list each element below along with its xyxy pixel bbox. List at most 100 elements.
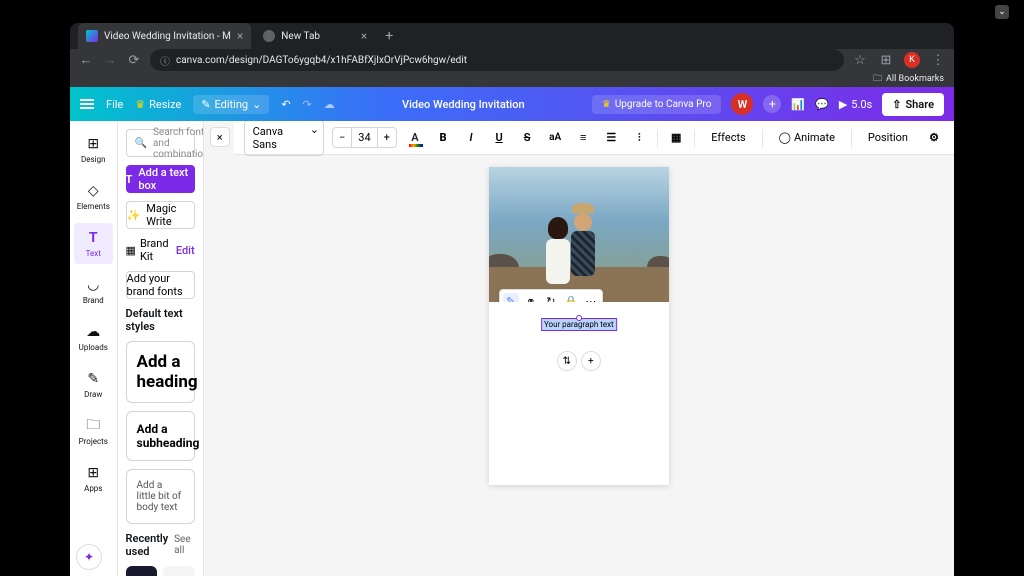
upgrade-button[interactable]: ♛ Upgrade to Canva Pro: [592, 95, 722, 114]
edit-icon[interactable]: ✎: [503, 293, 519, 302]
file-menu[interactable]: File: [106, 98, 123, 111]
animate-button[interactable]: ◯Animate: [771, 127, 843, 148]
case-button[interactable]: aA: [545, 127, 565, 149]
add-body-button[interactable]: Add a little bit of body text: [126, 469, 195, 524]
duration-label: 5.0s: [851, 98, 872, 111]
comment-icon[interactable]: 💬: [815, 98, 829, 111]
more-icon[interactable]: ⚙: [924, 127, 944, 149]
effects-button[interactable]: Effects: [703, 127, 754, 148]
close-icon[interactable]: ×: [361, 29, 367, 43]
add-text-box-button[interactable]: T Add a text box: [126, 165, 195, 193]
design-title[interactable]: Video Wedding Invitation: [347, 98, 580, 111]
tab-newtab[interactable]: New Tab ×: [255, 23, 375, 49]
text-context-toolbar: Canva Sans − 34 + A B I U S aA ≡ ☰ ⫶: [234, 121, 954, 155]
back-icon[interactable]: ←: [78, 52, 94, 68]
add-subheading-button[interactable]: Add a subheading: [126, 411, 195, 461]
rotate-handle[interactable]: [576, 315, 582, 321]
underline-button[interactable]: U: [489, 127, 509, 149]
window-dropdown[interactable]: ⌄: [995, 5, 1009, 19]
strikethrough-button[interactable]: S: [517, 127, 537, 149]
align-button[interactable]: ≡: [573, 127, 593, 149]
chevron-down-icon: ⌄: [252, 98, 261, 111]
canvas-area: × Canva Sans − 34 + A B I U S aA ≡ ☰: [204, 121, 954, 576]
text-icon: T: [84, 229, 102, 247]
font-color-button[interactable]: A: [405, 127, 425, 149]
rail-draw[interactable]: ✎Draw: [70, 364, 117, 405]
increase-size-button[interactable]: +: [378, 128, 396, 147]
tab-canva[interactable]: Video Wedding Invitation - M ×: [78, 23, 251, 49]
add-member-button[interactable]: +: [763, 95, 781, 113]
see-all-link[interactable]: See all: [174, 534, 195, 556]
edit-link[interactable]: Edit: [176, 244, 195, 257]
site-info-icon[interactable]: ⓘ: [160, 53, 170, 68]
template-glow[interactable]: GLOW: [126, 566, 158, 576]
rail-brand[interactable]: ◡Brand: [70, 270, 117, 311]
resize-label: Resize: [149, 98, 181, 111]
redo-icon[interactable]: ↷: [303, 98, 312, 111]
canvas-stage[interactable]: ✎ ⚭ ↻ 🔒 ⋯ Your paragraph text: [204, 155, 954, 576]
add-brand-fonts-button[interactable]: Add your brand fonts: [126, 271, 195, 299]
analytics-icon[interactable]: 📊: [791, 98, 805, 111]
couple-photo[interactable]: ✎ ⚭ ↻ 🔒 ⋯: [489, 167, 669, 302]
uploads-icon: ☁: [84, 323, 102, 341]
add-page-button[interactable]: +: [581, 351, 601, 371]
browser-tabs: Video Wedding Invitation - M × New Tab ×…: [70, 23, 954, 49]
rail-apps[interactable]: ⊞Apps: [70, 458, 117, 499]
play-icon: ▶: [839, 98, 847, 111]
star-icon[interactable]: ☆: [852, 52, 868, 68]
duplicate-page-button[interactable]: ⇅: [557, 351, 577, 371]
italic-button[interactable]: I: [461, 127, 481, 149]
link-icon[interactable]: ⚭: [523, 293, 539, 302]
preview-button[interactable]: ▶ 5.0s: [839, 98, 872, 111]
menu-icon[interactable]: ⋮: [930, 52, 946, 68]
brand-icon: ▦: [126, 244, 136, 257]
resize-button[interactable]: ♛ Resize: [135, 98, 181, 111]
rail-elements[interactable]: ◇Elements: [70, 176, 117, 217]
list-button[interactable]: ☰: [601, 127, 621, 149]
close-icon[interactable]: ×: [237, 29, 243, 43]
canva-app: File ♛ Resize ✎ Editing ⌄ ↶ ↷ ☁ Video We…: [70, 87, 954, 576]
magic-write-button[interactable]: ✨ Magic Write: [126, 201, 195, 229]
sync-icon[interactable]: ↻: [543, 293, 559, 302]
rail-text[interactable]: TText: [74, 223, 113, 264]
editing-dropdown[interactable]: ✎ Editing ⌄: [193, 95, 269, 114]
url-input[interactable]: ⓘ canva.com/design/DAGTo6ygqb4/x1hFABfXj…: [150, 49, 844, 71]
pencil-icon: ✎: [201, 98, 210, 111]
forward-icon[interactable]: →: [102, 52, 118, 68]
rail-design[interactable]: ⊞Design: [70, 129, 117, 170]
decrease-size-button[interactable]: −: [333, 128, 351, 147]
user-avatar[interactable]: W: [731, 93, 753, 115]
rail-projects[interactable]: 🗀Projects: [70, 411, 117, 452]
selected-text-element[interactable]: Your paragraph text: [542, 319, 616, 330]
font-family-dropdown[interactable]: Canva Sans: [244, 121, 324, 156]
undo-icon[interactable]: ↶: [281, 98, 290, 111]
more-icon[interactable]: ⋯: [583, 293, 599, 302]
profile-avatar[interactable]: K: [904, 52, 920, 68]
share-button[interactable]: ⇧ Share: [882, 93, 944, 116]
lock-icon[interactable]: 🔒: [563, 293, 579, 302]
search-input[interactable]: 🔍 Search fonts and combinations: [126, 129, 195, 157]
template-tasty[interactable]: cold, smooth & tasty. ANGELO BREWING: [163, 566, 195, 576]
position-button[interactable]: Position: [860, 127, 916, 148]
tab-title: Video Wedding Invitation - M: [104, 31, 231, 42]
close-panel-button[interactable]: ×: [210, 127, 230, 147]
reload-icon[interactable]: ⟳: [126, 52, 142, 68]
design-page[interactable]: ✎ ⚭ ↻ 🔒 ⋯ Your paragraph text: [489, 167, 669, 485]
spacing-button[interactable]: ⫶: [629, 127, 649, 149]
bold-button[interactable]: B: [433, 127, 453, 149]
add-heading-button[interactable]: Add a heading: [126, 341, 195, 403]
browser-window: Video Wedding Invitation - M × New Tab ×…: [70, 23, 954, 576]
all-bookmarks[interactable]: All Bookmarks: [886, 74, 944, 84]
new-tab-button[interactable]: +: [379, 28, 399, 44]
canva-topbar: File ♛ Resize ✎ Editing ⌄ ↶ ↷ ☁ Video We…: [70, 87, 954, 121]
font-size-input[interactable]: 34: [351, 128, 377, 147]
menu-icon[interactable]: [80, 99, 94, 109]
cloud-sync-icon[interactable]: ☁: [324, 98, 335, 111]
magic-write-label: Magic Write: [146, 202, 193, 228]
transparency-button[interactable]: ▦: [666, 127, 686, 149]
add-text-label: Add a text box: [138, 166, 194, 192]
projects-icon: 🗀: [84, 417, 102, 435]
extensions-icon[interactable]: ⊞: [878, 52, 894, 68]
crown-icon: ♛: [135, 98, 145, 111]
rail-uploads[interactable]: ☁Uploads: [70, 317, 117, 358]
